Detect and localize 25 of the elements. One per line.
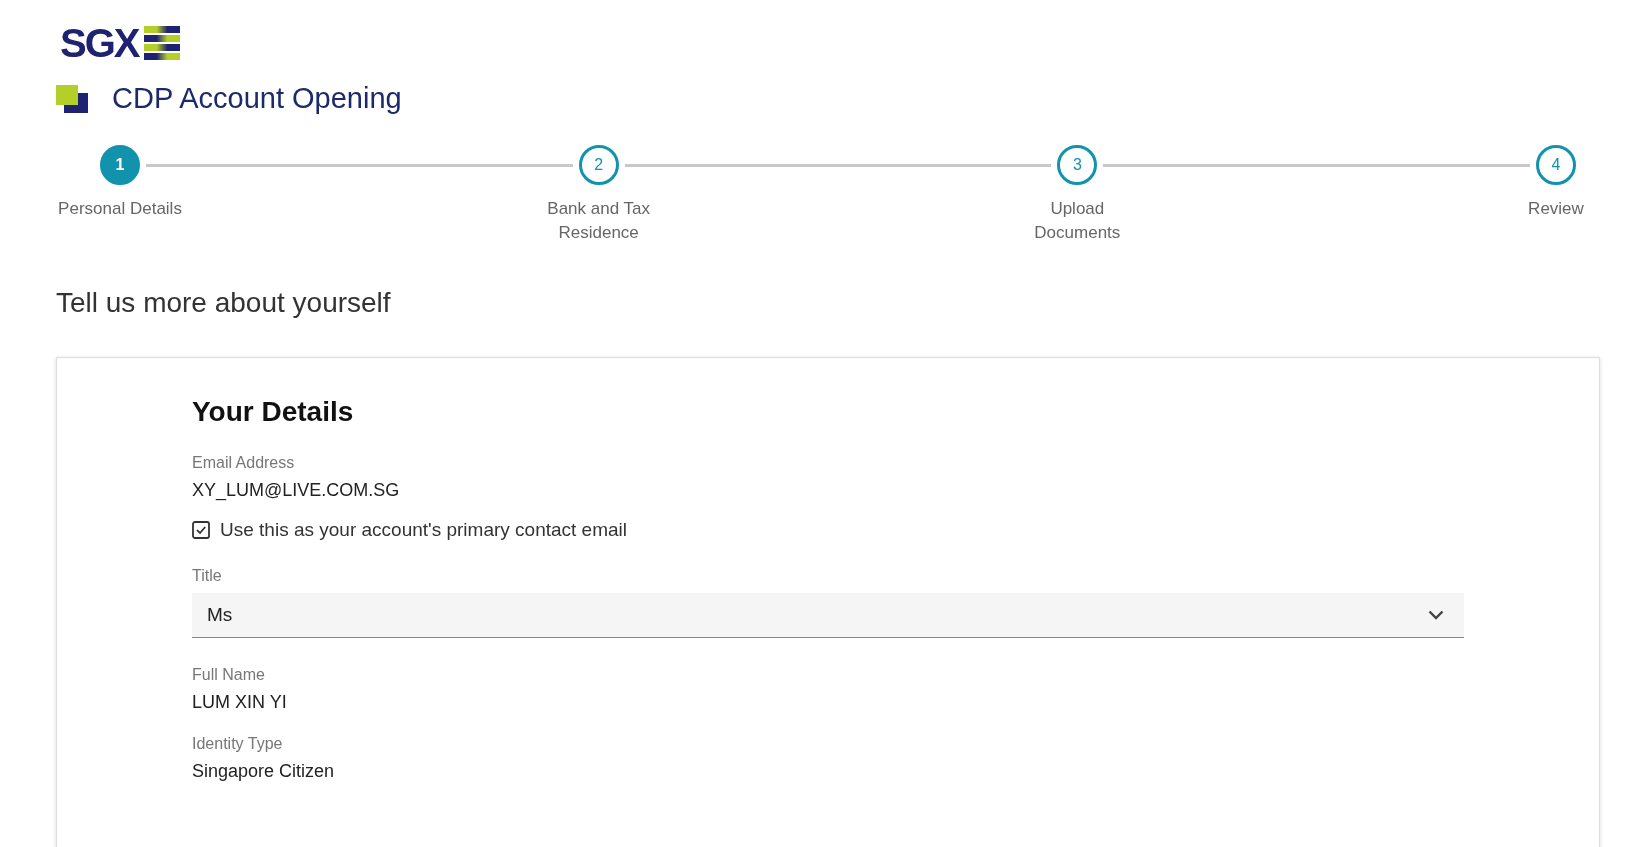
step-circle[interactable]: 2 [578, 145, 619, 185]
checkbox[interactable] [192, 521, 210, 539]
field-value: XY_LUM@LIVE.COM.SG [192, 480, 401, 501]
step-label: Upload Documents [1033, 198, 1122, 244]
checkbox-label[interactable]: Use this as your account's primary contact email [220, 519, 627, 541]
field-label: Identity Type [192, 735, 284, 753]
step-circle[interactable]: 3 [1057, 145, 1098, 185]
stripes-logo-icon [144, 26, 181, 60]
step-label: Personal Details [57, 198, 183, 220]
logo-wordmark: SGX [60, 22, 139, 64]
field-value: LUM XIN YI [192, 692, 288, 713]
field-label: Full Name [192, 666, 266, 684]
step-label: Bank and Tax Residence [546, 198, 651, 244]
page-title: CDP Account Opening [112, 82, 402, 115]
title-dropdown[interactable]: Ms [192, 593, 1464, 638]
step-circle[interactable]: 4 [1536, 145, 1576, 185]
field-label: Title [192, 567, 223, 585]
field-value: Singapore Citizen [192, 761, 336, 782]
chevron-down-icon [1428, 610, 1444, 620]
section-heading: Tell us more about yourself [56, 287, 392, 319]
step-circle[interactable]: 1 [100, 145, 140, 185]
card-title: Your Details [192, 396, 355, 428]
squares-icon [56, 84, 88, 113]
field-label: Email Address [192, 454, 296, 472]
step-label: Review [1527, 198, 1585, 220]
